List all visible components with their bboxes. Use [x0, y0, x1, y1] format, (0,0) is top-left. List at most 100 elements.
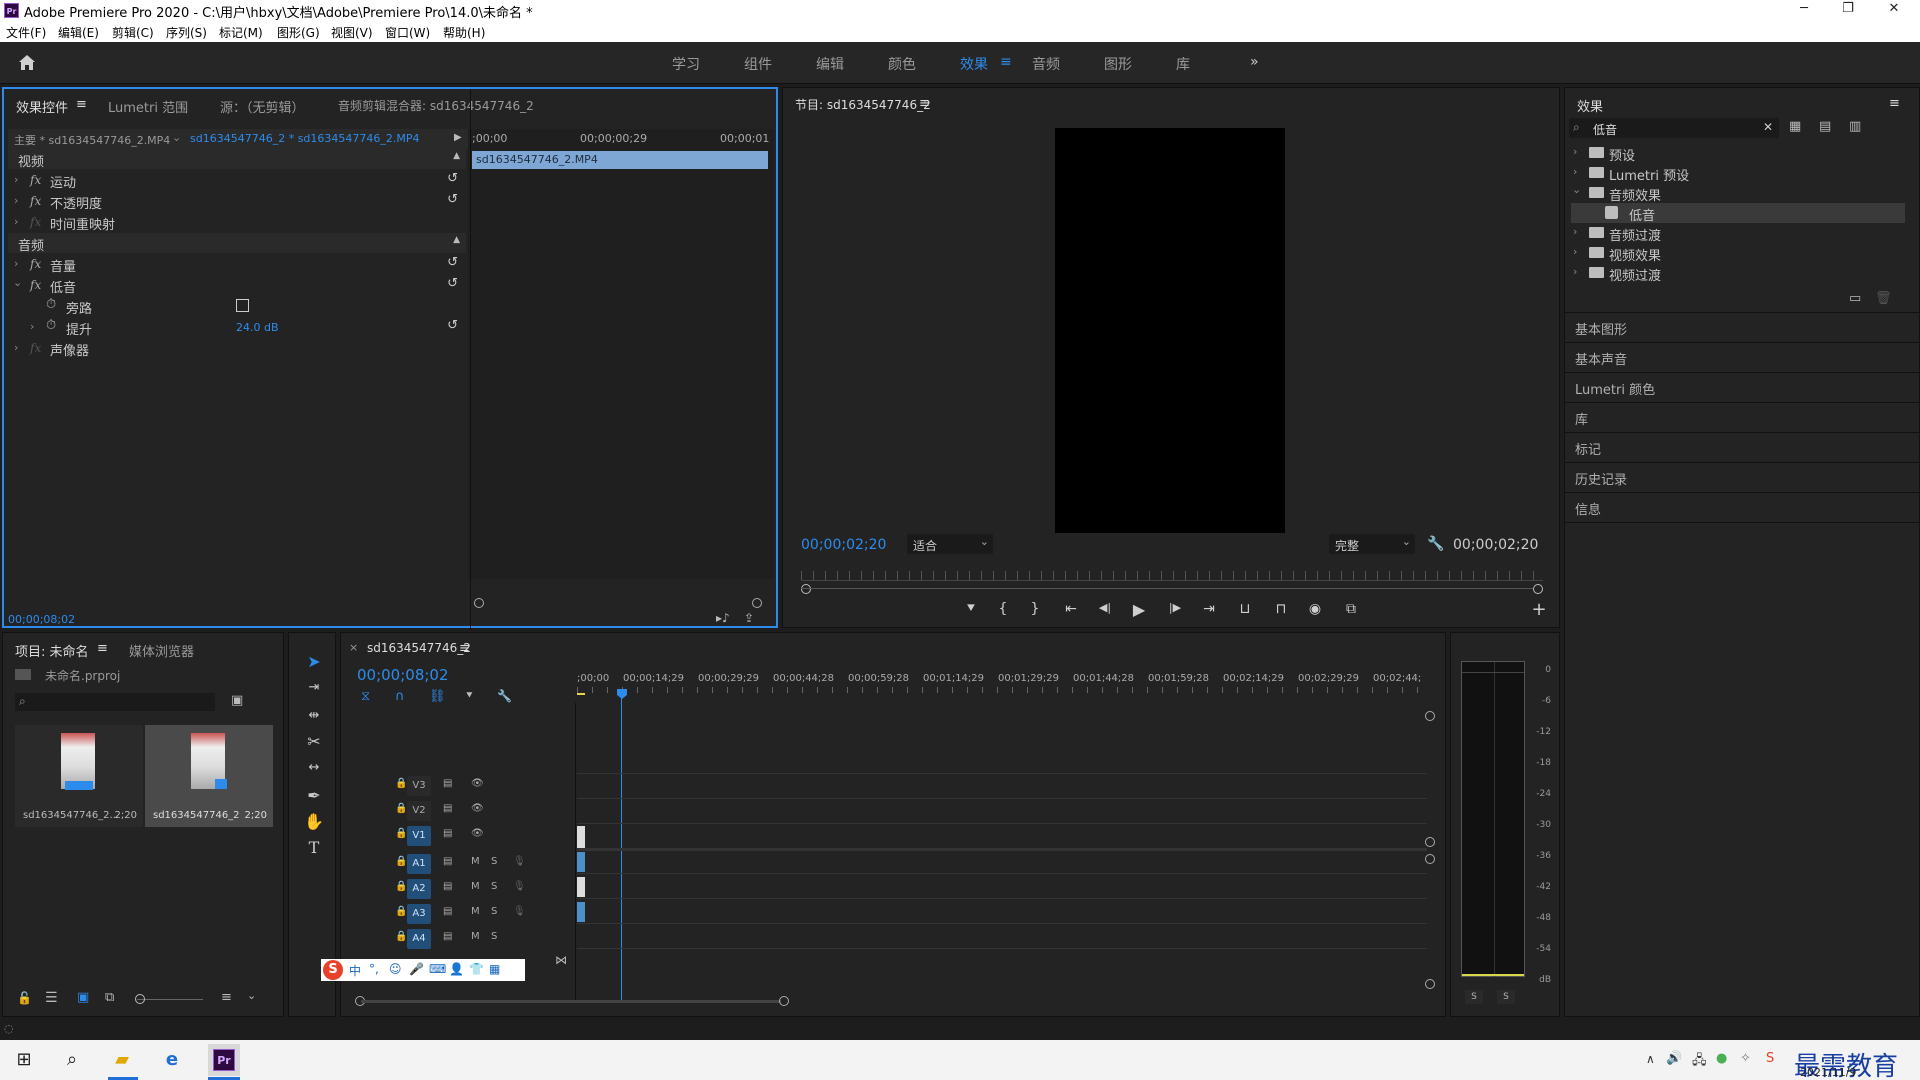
effect-row-volume[interactable]: › fx 音量 ↺ — [10, 254, 466, 275]
panel-essential-sound[interactable]: 基本声音 — [1575, 349, 1627, 368]
eye-icon[interactable]: 👁 — [471, 778, 484, 789]
workspace-menu-icon[interactable]: ≡ — [1000, 54, 1012, 70]
chevron-right-icon[interactable]: › — [14, 341, 18, 354]
menu-sequence[interactable]: 序列(S) — [166, 24, 207, 41]
tab-effect-controls[interactable]: 效果控件 — [16, 97, 68, 116]
lock-icon[interactable]: 🔓 — [17, 991, 32, 1005]
file-explorer-icon[interactable]: ▰ — [110, 1048, 134, 1072]
close-button[interactable]: ✕ — [1874, 1, 1914, 21]
clear-search-icon[interactable]: ✕ — [1763, 120, 1773, 134]
track-label[interactable]: A4 — [407, 929, 431, 949]
windows-start-icon[interactable]: ⊞ — [12, 1048, 36, 1072]
filter-icon[interactable]: ▸♪ — [716, 611, 730, 625]
track-label[interactable]: V3 — [407, 776, 431, 796]
tab-sequence[interactable]: sd1634547746_2 — [367, 641, 471, 655]
tree-item-audio-effects[interactable]: ⌄ 音频效果 — [1571, 183, 1905, 204]
mute-button[interactable]: M — [471, 931, 480, 942]
menu-clip[interactable]: 剪辑(C) — [112, 24, 154, 41]
tray-app-icon[interactable]: ● — [1716, 1051, 1727, 1066]
new-bin-icon[interactable]: ▭ — [1849, 291, 1861, 306]
chevron-right-icon[interactable]: › — [1573, 145, 1577, 158]
mute-button[interactable]: M — [471, 906, 480, 917]
effect-row-time-remap[interactable]: › fx 时间重映射 — [10, 212, 466, 233]
panel-menu-icon[interactable]: ≡ — [459, 641, 470, 656]
track-label[interactable]: A3 — [407, 904, 431, 924]
eye-icon[interactable]: 👁 — [471, 828, 484, 839]
slip-tool[interactable]: ↔ — [303, 757, 325, 779]
playhead-timecode[interactable]: 00;00;02;20 — [801, 537, 886, 553]
nest-toggle-icon[interactable]: ⧖ — [361, 689, 370, 704]
tree-item-video-transitions[interactable]: › 视频过渡 — [1571, 263, 1905, 284]
tab-media-browser[interactable]: 媒体浏览器 — [129, 641, 194, 660]
track-zoom-icon[interactable]: ⋈ — [555, 953, 567, 967]
marker-icon[interactable]: ⯆ — [959, 601, 983, 617]
reset-icon[interactable]: ↺ — [447, 318, 458, 333]
wrench-icon[interactable]: 🔧 — [1427, 536, 1444, 552]
zoom-slider[interactable] — [137, 999, 203, 1000]
tree-item-bass[interactable]: 低音 — [1571, 203, 1905, 224]
mute-button[interactable]: M — [471, 881, 480, 892]
workspace-learn[interactable]: 学习 — [672, 54, 700, 74]
hand-tool[interactable]: ✋ — [303, 811, 325, 833]
home-icon[interactable] — [16, 52, 38, 72]
mute-button[interactable]: M — [471, 856, 480, 867]
edge-browser-icon[interactable]: e — [160, 1048, 184, 1072]
scrub-handle-left[interactable] — [801, 584, 811, 594]
stopwatch-icon[interactable]: ⏱ — [46, 318, 56, 333]
mic-icon[interactable]: 🎙 — [513, 881, 526, 892]
chevron-right-icon[interactable]: › — [1573, 165, 1577, 178]
zoom-slider-handle[interactable] — [135, 994, 145, 1004]
chevron-right-icon[interactable]: › — [30, 320, 34, 333]
menu-view[interactable]: 视图(V) — [331, 24, 373, 41]
zoom-handle-right[interactable] — [752, 598, 762, 608]
icon-view-icon[interactable]: ▣ — [77, 990, 89, 1005]
export-icon[interactable]: ⇪ — [744, 611, 754, 625]
sync-lock-icon[interactable]: ▤ — [443, 906, 452, 917]
reset-icon[interactable]: ↺ — [447, 276, 458, 291]
sync-lock-icon[interactable]: ▤ — [443, 881, 452, 892]
meter-solo-left[interactable]: S — [1465, 990, 1483, 1004]
menu-markers[interactable]: 标记(M) — [219, 24, 263, 41]
freeform-view-icon[interactable]: ⧉ — [105, 990, 114, 1005]
solo-button[interactable]: S — [491, 881, 497, 892]
reset-icon[interactable]: ↺ — [447, 171, 458, 186]
zoom-handle-left[interactable] — [474, 598, 484, 608]
tree-item-lumetri-presets[interactable]: › Lumetri 预设 — [1571, 163, 1905, 184]
ec-current-time[interactable]: 00;00;08;02 — [8, 613, 75, 626]
workspace-color[interactable]: 颜色 — [888, 54, 916, 74]
lock-icon[interactable]: 🔒 — [395, 856, 407, 867]
video-clip-v1[interactable] — [577, 826, 585, 848]
ime-voice-icon[interactable]: 🎤 — [409, 962, 424, 976]
lock-icon[interactable]: 🔒 — [395, 906, 407, 917]
effects-panel-title[interactable]: 效果 — [1577, 96, 1603, 115]
tab-project[interactable]: 项目: 未命名 — [15, 641, 89, 660]
ime-punct-icon[interactable]: °, — [369, 962, 379, 976]
ime-emoji-icon[interactable]: ☺ — [389, 962, 402, 976]
tree-item-audio-transitions[interactable]: › 音频过渡 — [1571, 223, 1905, 244]
fx-icon[interactable]: fx — [30, 194, 41, 208]
workspace-overflow-button[interactable]: » — [1250, 54, 1259, 70]
ime-toolbar[interactable]: S 中 °, ☺ 🎤 ⌨ 👤 👕 ▦ — [321, 959, 525, 981]
selection-tool[interactable]: ➤ — [303, 651, 325, 673]
snap-icon[interactable]: ∩ — [395, 689, 405, 704]
bypass-checkbox[interactable] — [236, 299, 249, 312]
ime-user-icon[interactable]: 👤 — [449, 962, 464, 976]
eye-icon[interactable]: 👁 — [471, 803, 484, 814]
step-forward-icon[interactable]: |▶ — [1163, 601, 1187, 614]
lock-icon[interactable]: 🔒 — [395, 828, 407, 839]
mic-icon[interactable]: 🎙 — [513, 906, 526, 917]
mini-clip-bar[interactable]: sd1634547746_2.MP4 — [472, 151, 768, 169]
panel-essential-graphics[interactable]: 基本图形 — [1575, 319, 1627, 338]
delete-icon[interactable]: 🗑 — [1875, 291, 1892, 306]
sync-lock-icon[interactable]: ▤ — [443, 828, 452, 839]
fx-icon[interactable]: fx — [30, 173, 41, 187]
audio-clip-a2[interactable] — [577, 877, 585, 897]
effect-row-opacity[interactable]: › fx 不透明度 ↺ — [10, 191, 466, 212]
network-icon[interactable]: 🖧 — [1692, 1051, 1707, 1073]
track-label[interactable]: A2 — [407, 879, 431, 899]
workspace-graphics[interactable]: 图形 — [1104, 54, 1132, 74]
razor-tool[interactable]: ✂ — [303, 731, 325, 753]
track-label[interactable]: A1 — [407, 854, 431, 874]
chevron-down-icon[interactable]: ⌄ — [247, 989, 256, 1002]
h-scrollbar[interactable] — [361, 1000, 781, 1003]
